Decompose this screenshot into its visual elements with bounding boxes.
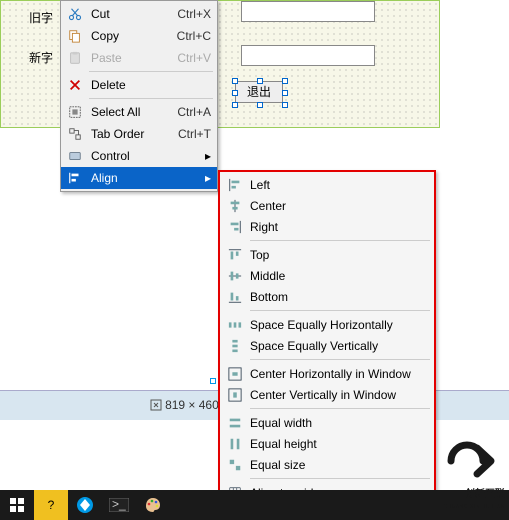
context-menu: Cut Ctrl+X Copy Ctrl+C Paste Ctrl+V Dele… (60, 0, 218, 192)
menu-align[interactable]: Align ▸ (61, 167, 217, 189)
center-v-window-icon (224, 388, 246, 402)
control-icon (65, 149, 85, 163)
equal-width-icon (224, 416, 246, 430)
align-left-icon (224, 178, 246, 192)
space-h-icon (224, 318, 246, 332)
tab-order-icon (65, 127, 85, 141)
exit-button[interactable]: 退出 (235, 81, 283, 103)
watermark-text: 创新互联 (465, 485, 505, 500)
center-vertical-window[interactable]: Center Vertically in Window (220, 384, 434, 405)
center-h-window-icon (224, 367, 246, 381)
menu-tab-order[interactable]: Tab Order Ctrl+T (61, 123, 217, 145)
select-all-icon (65, 105, 85, 119)
chevron-right-icon: ▸ (205, 171, 211, 185)
space-v-icon (224, 339, 246, 353)
equal-width[interactable]: Equal width (220, 412, 434, 433)
align-right-icon (224, 220, 246, 234)
resize-handle[interactable] (210, 378, 216, 384)
paste-icon (65, 51, 85, 65)
menu-control[interactable]: Control ▸ (61, 145, 217, 167)
equal-height-icon (224, 437, 246, 451)
watermark-logo (441, 436, 503, 486)
space-equally-horizontal[interactable]: Space Equally Horizontally (220, 314, 434, 335)
align-top[interactable]: Top (220, 244, 434, 265)
delete-icon (65, 78, 85, 92)
align-submenu: Left Center Right Top Middle Bottom Spac… (218, 170, 436, 514)
equal-size-icon (224, 458, 246, 472)
equal-height[interactable]: Equal height (220, 433, 434, 454)
chevron-right-icon: ▸ (205, 149, 211, 163)
menu-select-all[interactable]: Select All Ctrl+A (61, 101, 217, 123)
align-right[interactable]: Right (220, 216, 434, 237)
space-equally-vertical[interactable]: Space Equally Vertically (220, 335, 434, 356)
menu-delete[interactable]: Delete (61, 74, 217, 96)
menu-cut[interactable]: Cut Ctrl+X (61, 3, 217, 25)
taskbar: ? >_ (0, 490, 509, 520)
align-bottom[interactable]: Bottom (220, 286, 434, 307)
taskbar-app-terminal[interactable]: >_ (102, 490, 136, 520)
input-new-char[interactable] (241, 45, 375, 66)
label-new-char: 新字 (29, 49, 53, 66)
taskbar-app-anydesk[interactable] (68, 490, 102, 520)
menu-paste: Paste Ctrl+V (61, 47, 217, 69)
align-top-icon (224, 248, 246, 262)
align-middle[interactable]: Middle (220, 265, 434, 286)
align-middle-icon (224, 269, 246, 283)
taskbar-app-paint[interactable] (136, 490, 170, 520)
align-center[interactable]: Center (220, 195, 434, 216)
equal-size[interactable]: Equal size (220, 454, 434, 475)
watermark-subtext: CHUANG XIN HU LIAN (443, 504, 505, 510)
taskbar-app-help[interactable]: ? (34, 490, 68, 520)
align-center-icon (224, 199, 246, 213)
cut-icon (65, 7, 85, 21)
taskbar-start[interactable] (0, 490, 34, 520)
copy-icon (65, 29, 85, 43)
svg-text:>_: >_ (112, 498, 126, 511)
center-horizontal-window[interactable]: Center Horizontally in Window (220, 363, 434, 384)
menu-copy[interactable]: Copy Ctrl+C (61, 25, 217, 47)
align-left[interactable]: Left (220, 174, 434, 195)
label-old-char: 旧字 (29, 9, 53, 26)
align-bottom-icon (224, 290, 246, 304)
align-icon (65, 171, 85, 185)
input-old-char[interactable] (241, 1, 375, 22)
